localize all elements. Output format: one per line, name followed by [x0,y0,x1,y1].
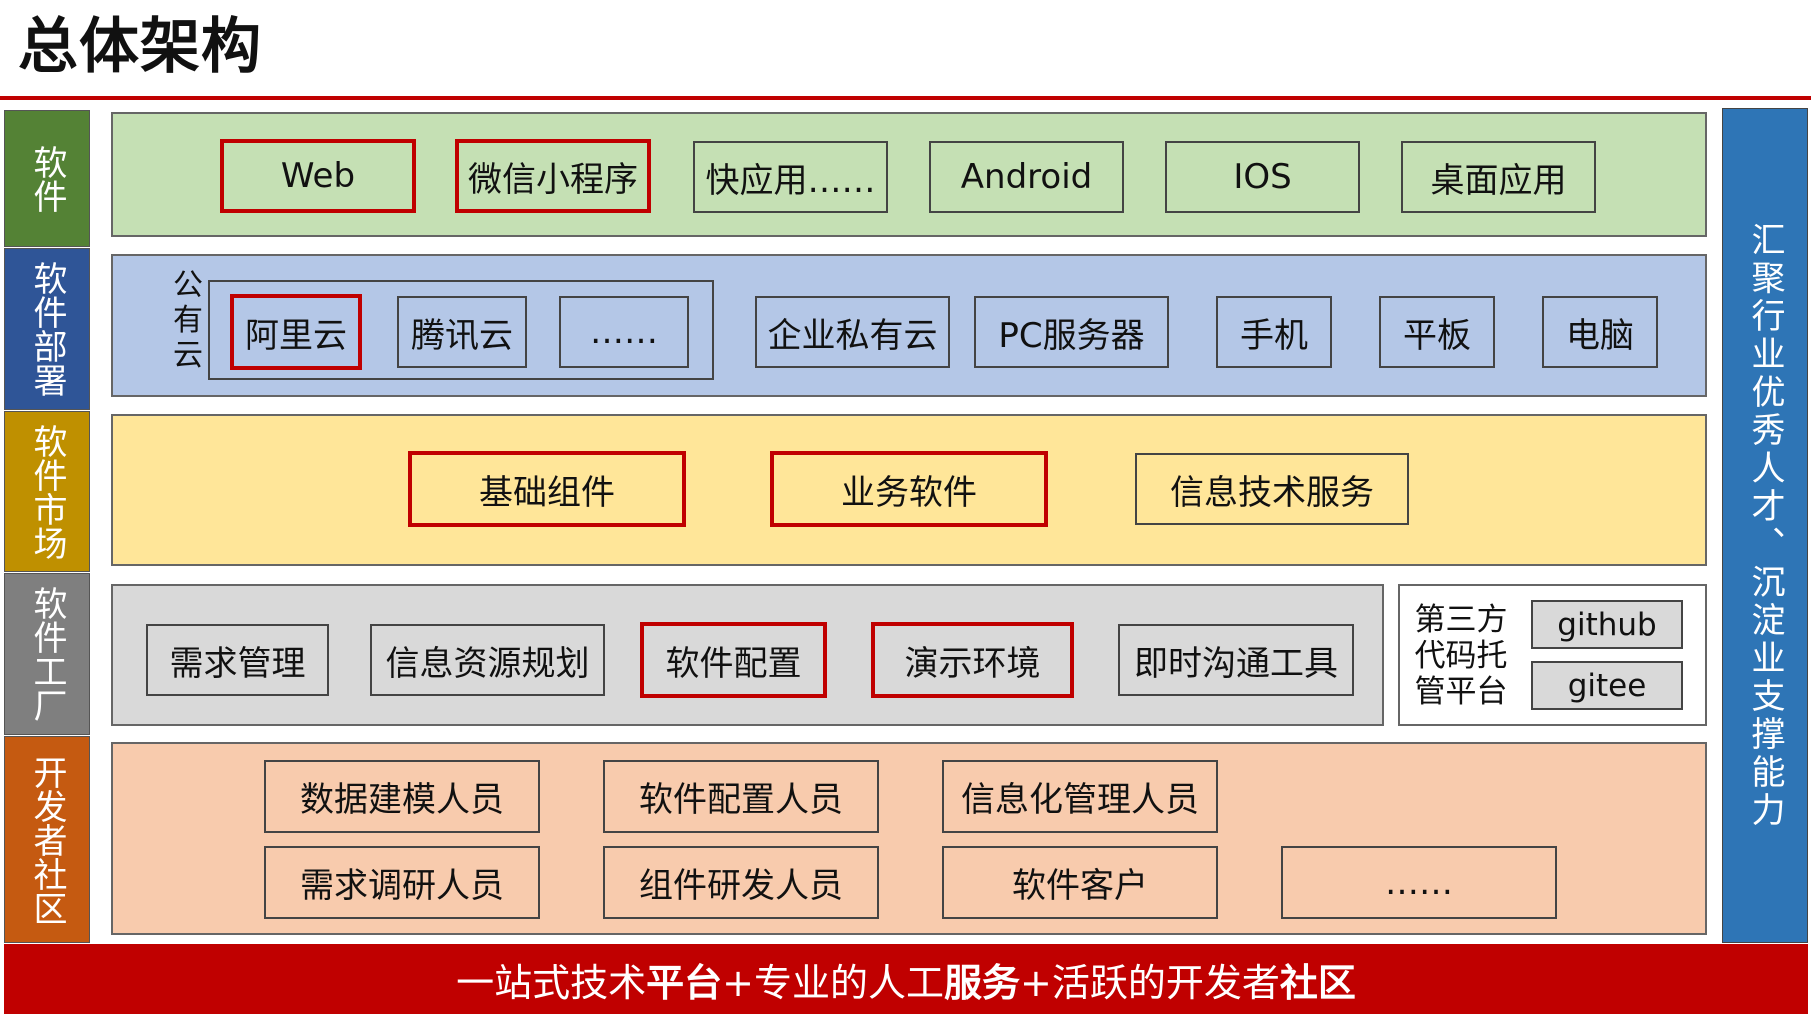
deploy-private-cloud: 企业私有云 [755,296,950,368]
community-requirement-researcher: 需求调研人员 [264,846,540,919]
public-cloud-label: 公有云 [173,268,203,373]
slogan-bold-community: 社区 [1279,960,1356,1005]
cloud-aliyun: 阿里云 [230,294,362,370]
factory-im-tool: 即时沟通工具 [1118,624,1354,696]
market-business-software: 业务软件 [770,451,1048,527]
market-it-service: 信息技术服务 [1135,453,1409,525]
factory-info-planning: 信息资源规划 [370,624,605,696]
right-label: 汇聚行业优秀人才、沉淀业支撑能力 [1722,108,1808,943]
factory-requirements: 需求管理 [146,624,329,696]
side-label-software: 软件 [4,110,90,247]
hosting-label: 第三方代码托管平台 [1414,602,1508,710]
software-wechat-miniprogram: 微信小程序 [455,139,651,213]
side-label-market: 软件市场 [4,411,90,572]
software-quickapp: 快应用…… [693,141,888,213]
slogan-bar: 一站式技术 平台 +专业的人工 服务 +活跃的开发者 社区 [4,944,1808,1014]
slogan-part-3: +活跃的开发者 [1020,960,1280,1005]
software-android: Android [929,141,1124,213]
side-label-community: 开发者社区 [4,736,90,943]
slogan-part-1: 一站式技术 [456,960,647,1005]
deploy-phone: 手机 [1216,296,1332,368]
factory-demo-env: 演示环境 [871,622,1074,698]
deploy-pc: 电脑 [1542,296,1658,368]
software-web: Web [220,139,416,213]
community-data-modeler: 数据建模人员 [264,760,540,833]
slogan-bold-platform: 平台 [646,960,723,1005]
community-config-staff: 软件配置人员 [603,760,879,833]
side-label-factory: 软件工厂 [4,573,90,735]
slogan-part-2: +专业的人工 [722,960,944,1005]
software-ios: IOS [1165,141,1360,213]
community-more: …… [1281,846,1557,919]
side-label-deploy: 软件部署 [4,248,90,410]
hosting-github: github [1531,600,1683,649]
community-component-developer: 组件研发人员 [603,846,879,919]
community-customer: 软件客户 [942,846,1218,919]
slogan-bold-service: 服务 [944,960,1021,1005]
title-divider [0,96,1811,100]
cloud-tencent: 腾讯云 [397,296,527,368]
deploy-pc-server: PC服务器 [974,296,1169,368]
software-desktop: 桌面应用 [1401,141,1596,213]
community-it-manager: 信息化管理人员 [942,760,1218,833]
deploy-tablet: 平板 [1379,296,1495,368]
market-base-components: 基础组件 [408,451,686,527]
hosting-gitee: gitee [1531,661,1683,710]
cloud-more: …… [559,296,689,368]
factory-config: 软件配置 [640,622,827,698]
page-title: 总体架构 [18,12,262,82]
